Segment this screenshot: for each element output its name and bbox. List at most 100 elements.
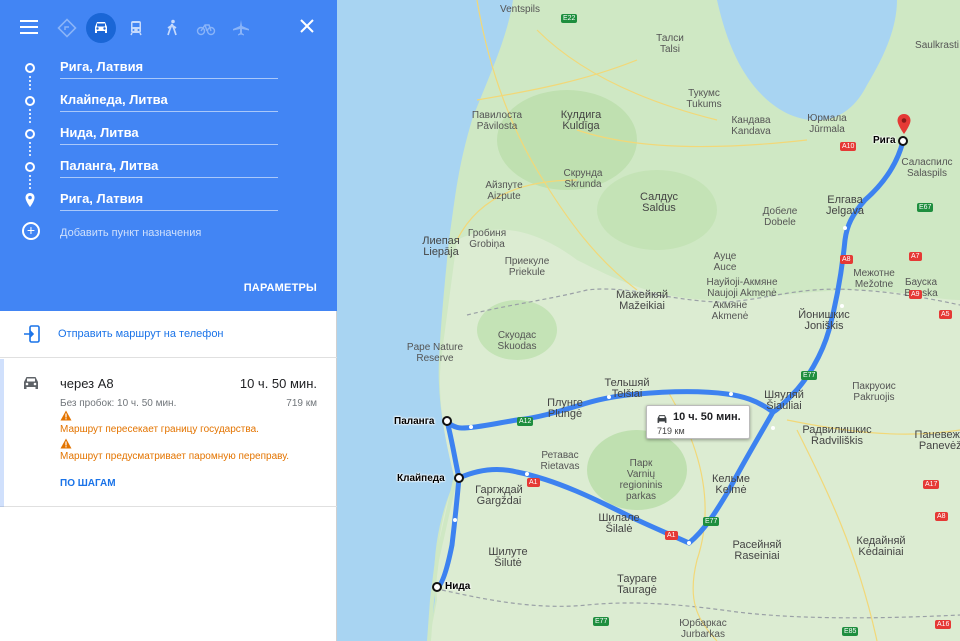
city-label: Йонишкис Joniškis xyxy=(798,309,850,332)
city-label: Ventspils xyxy=(499,4,541,15)
stop-text: Нида, Литва xyxy=(60,125,139,140)
road-shield: A1 xyxy=(665,531,678,540)
walking-icon[interactable] xyxy=(157,13,187,43)
warning-icon xyxy=(60,438,72,449)
city-label: Радвилишкис Radviliškis xyxy=(802,424,872,447)
road-shield: E85 xyxy=(842,627,859,636)
waypoint-label: Рига xyxy=(873,135,896,146)
stop-field-3[interactable]: Нида, Литва xyxy=(0,118,337,151)
road-shield: A10 xyxy=(840,142,857,151)
waypoint-label: Клайпеда xyxy=(397,473,445,484)
close-icon[interactable] xyxy=(295,14,319,38)
city-label: Лиепая Liepāja xyxy=(422,235,460,258)
route-option-card[interactable]: через A8 10 ч. 50 мин. Без пробок: 10 ч.… xyxy=(0,359,337,507)
warning-text: Маршрут предусматривает паромную перепра… xyxy=(60,451,290,462)
send-to-phone-label: Отправить маршрут на телефон xyxy=(58,328,224,340)
city-label: Кулдига Kuldīga xyxy=(560,109,602,132)
city-label: Кельме Kelmė xyxy=(712,473,750,496)
park-label: Парк Varnių regioninis parkas xyxy=(619,458,663,502)
field-underline xyxy=(60,111,278,112)
field-underline xyxy=(60,144,278,145)
road-shield: A5 xyxy=(939,310,952,319)
road-shield: E77 xyxy=(801,371,818,380)
stop-field-1[interactable]: Рига, Латвия xyxy=(0,52,337,85)
road-shield: A7 xyxy=(909,252,922,261)
city-label: Ретавас Rietavas xyxy=(540,450,580,472)
car-icon[interactable] xyxy=(86,13,116,43)
callout-distance: 719 км xyxy=(657,426,685,436)
city-label: Скуодас Skuodas xyxy=(497,330,537,352)
city-label: Елгава Jelgava xyxy=(826,194,864,217)
hamburger-menu-icon[interactable] xyxy=(16,14,42,40)
road-shield: A8 xyxy=(840,255,853,264)
city-label: Шяуляй Šiauliai xyxy=(764,389,804,412)
waypoint-palanga-marker[interactable] xyxy=(442,416,452,426)
stop-text: Рига, Латвия xyxy=(60,59,144,74)
stop-field-2[interactable]: Клайпеда, Литва xyxy=(0,85,337,118)
city-label: Приекуле Priekule xyxy=(504,256,550,278)
city-label: Талси Talsi xyxy=(656,33,684,55)
add-destination-icon[interactable]: + xyxy=(22,222,40,240)
road-shield: A16 xyxy=(935,620,952,629)
warning-text: Маршрут пересекает границу государства. xyxy=(60,424,259,435)
step-by-step-button[interactable]: ПО ШАГАМ xyxy=(60,478,116,489)
road-shield: A1 xyxy=(527,478,540,487)
flight-icon[interactable] xyxy=(226,13,256,43)
road-shield: E77 xyxy=(593,617,610,626)
warning-icon xyxy=(60,410,72,421)
city-label: Пакруоис Pakruojis xyxy=(852,381,896,403)
waypoint-dot-icon xyxy=(25,63,35,73)
waypoint-dot-icon xyxy=(25,129,35,139)
callout-time: 10 ч. 50 мин. xyxy=(673,411,741,423)
destination-pin-icon xyxy=(25,193,35,207)
send-to-phone-row[interactable]: Отправить маршрут на телефон xyxy=(0,311,337,358)
city-label: Юрмала Jūrmala xyxy=(807,113,847,135)
waypoint-dot-icon xyxy=(25,162,35,172)
city-label: ПаневежисPanevėžy xyxy=(914,429,960,452)
waypoint-riga-marker[interactable] xyxy=(898,136,908,146)
field-underline xyxy=(60,177,278,178)
route-time: 10 ч. 50 мин. xyxy=(239,376,317,391)
road-shield: E67 xyxy=(917,203,934,212)
stop-field-4[interactable]: Паланга, Литва xyxy=(0,151,337,184)
options-button[interactable]: ПАРАМЕТРЫ xyxy=(244,282,317,294)
waypoint-klaipeda-marker[interactable] xyxy=(454,473,464,483)
city-label: Добеле Dobele xyxy=(762,206,798,228)
city-label: Скрунда Skrunda xyxy=(563,168,603,190)
city-label: Гаргждай Gargždai xyxy=(475,484,523,507)
stop-field-5[interactable]: Рига, Латвия xyxy=(0,184,337,217)
road-shield: A8 xyxy=(935,512,948,521)
city-label: Таураге Tauragė xyxy=(617,573,657,596)
stop-text: Клайпеда, Литва xyxy=(60,92,168,107)
field-underline xyxy=(60,210,278,211)
best-route-icon[interactable] xyxy=(52,13,82,43)
destination-pin-icon[interactable] xyxy=(897,114,911,134)
city-label: Расейняй Raseiniai xyxy=(732,539,782,562)
add-destination-link[interactable]: Добавить пункт назначения xyxy=(60,227,201,239)
route-summary-callout[interactable]: 10 ч. 50 мин. 719 км xyxy=(646,405,750,439)
travel-mode-bar xyxy=(0,0,337,54)
city-label: Ауце Auce xyxy=(713,251,737,273)
route-traffic-info: Без пробок: 10 ч. 50 мин. xyxy=(60,398,177,409)
city-label: Шилуте Šilutė xyxy=(488,546,528,569)
transit-icon[interactable] xyxy=(121,13,151,43)
city-label: Гробиня Grobiņa xyxy=(467,228,507,250)
city-label: Мажейкяй Mažeikiai xyxy=(616,289,668,312)
directions-sidebar: Рига, Латвия Клайпеда, Литва Нида, Литва… xyxy=(0,0,337,641)
waypoint-label: Нида xyxy=(445,581,471,592)
waypoint-nida-marker[interactable] xyxy=(432,582,442,592)
city-label: Межотне Mežotne xyxy=(853,268,895,290)
road-shield: A12 xyxy=(517,417,534,426)
road-shield: A9 xyxy=(909,290,922,299)
stop-text: Рига, Латвия xyxy=(60,191,144,206)
car-icon xyxy=(24,377,38,389)
city-label: Салдус Saldus xyxy=(640,191,678,214)
field-underline xyxy=(60,78,278,79)
map-canvas[interactable]: Рига Паланга Клайпеда Нида 10 ч. 50 мин.… xyxy=(337,0,960,641)
route-distance: 719 км xyxy=(286,398,317,409)
cycling-icon[interactable] xyxy=(191,13,221,43)
city-label: Айзпуте Aizpute xyxy=(485,180,523,202)
selected-route-accent xyxy=(0,359,4,507)
car-icon xyxy=(657,415,667,423)
city-label: Плунге Plungė xyxy=(547,397,583,420)
